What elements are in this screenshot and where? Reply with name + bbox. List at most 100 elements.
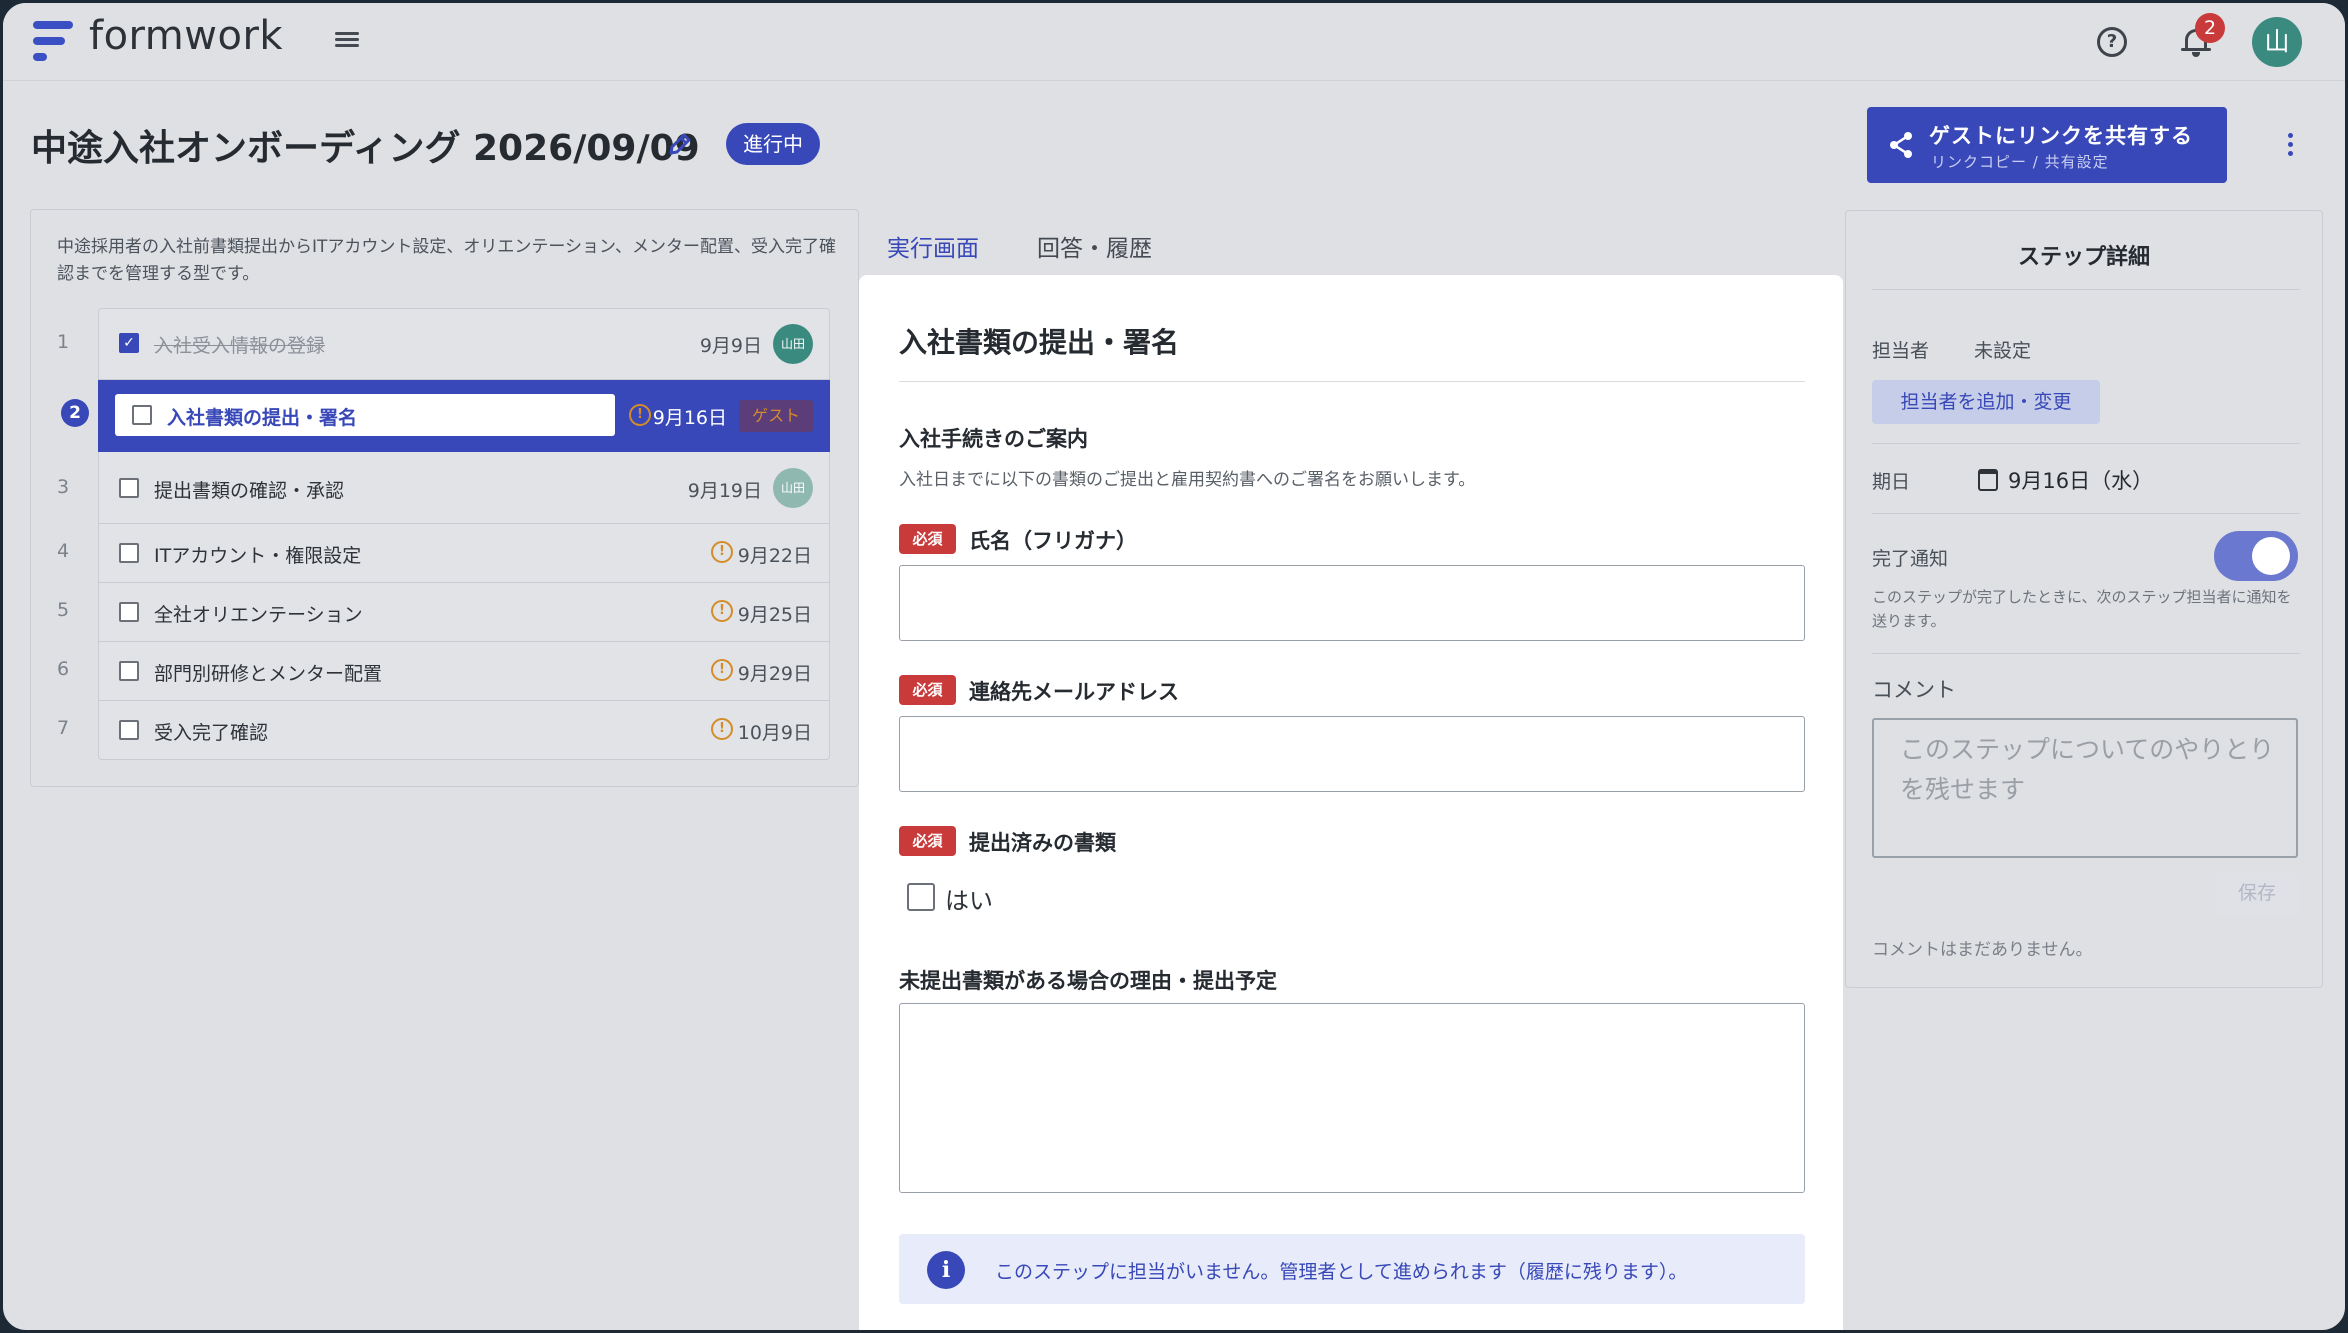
field-label-email: 連絡先メールアドレス	[969, 680, 1179, 704]
step-date: 10月9日	[737, 722, 812, 744]
step-item-6[interactable]: 6 部門別研修とメンター配置 ! 9月29日	[57, 642, 830, 701]
notification-badge[interactable]: 2	[2195, 13, 2225, 43]
step-number: 3	[56, 476, 70, 498]
name-furigana-input[interactable]	[899, 565, 1805, 641]
step-checkbox[interactable]	[119, 602, 139, 622]
required-badge: 必須	[899, 524, 956, 554]
status-badge: 進行中	[726, 123, 820, 165]
step-number: 6	[56, 658, 70, 680]
step-detail-panel: ステップ詳細 担当者 未設定 担当者を追加・変更 期日 9月16日（水） 完了通…	[1845, 210, 2323, 988]
step-item-7[interactable]: 7 受入完了確認 ! 10月9日	[57, 701, 830, 760]
step-checkbox[interactable]	[119, 720, 139, 740]
comment-placeholder: このステップについてのやりとりを残せます	[1900, 735, 2275, 804]
step-list-panel: 中途採用者の入社前書類提出からITアカウント設定、オリエンテーション、メンター配…	[30, 209, 859, 787]
checkbox-label[interactable]: はい	[945, 881, 993, 916]
warning-icon: !	[711, 659, 733, 681]
section-title: 入社手続きのご案内	[899, 427, 1088, 451]
edit-pencil-icon[interactable]	[665, 129, 695, 159]
step-label: 入社受入情報の登録	[154, 335, 326, 357]
submitted-docs-checkbox[interactable]	[907, 883, 935, 911]
assignee-label: 担当者	[1872, 340, 1930, 362]
notify-toggle[interactable]	[2214, 531, 2298, 581]
info-banner: i このステップに担当がいません。管理者として進められます（履歴に残ります）。	[899, 1234, 1805, 1304]
field-label-reason: 未提出書類がある場合の理由・提出予定	[899, 969, 1277, 993]
warning-icon: !	[711, 541, 733, 563]
step-item-3[interactable]: 3 提出書類の確認・承認 9月19日 山田	[57, 452, 830, 524]
step-number: 5	[56, 599, 70, 621]
notify-label: 完了通知	[1872, 548, 1949, 570]
top-bar: formwork ? 2 山	[3, 3, 2345, 81]
info-icon: i	[927, 1251, 965, 1289]
step-checkbox[interactable]	[119, 661, 139, 681]
divider	[1872, 513, 2300, 514]
warning-icon: !	[711, 600, 733, 622]
due-date-value[interactable]: 9月16日（水）	[2008, 465, 2153, 495]
hamburger-menu-icon[interactable]	[335, 29, 359, 51]
warning-icon: !	[711, 718, 733, 740]
step-number-active: 2	[61, 399, 89, 427]
step-label: 部門別研修とメンター配置	[154, 663, 383, 685]
detail-title: ステップ詳細	[2017, 245, 2150, 270]
calendar-icon[interactable]	[1978, 469, 1998, 491]
field-label-submitted-docs: 提出済みの書類	[969, 831, 1116, 855]
share-icon	[1890, 132, 1912, 158]
step-number: 1	[56, 331, 70, 353]
step-date: 9月25日	[737, 604, 812, 626]
page-title: 中途入社オンボーディング 2026/09/09	[31, 128, 700, 169]
step-date: 9月22日	[737, 545, 812, 567]
assignee-avatar: 山田	[773, 324, 813, 364]
step-item-2-active[interactable]: 2 入社書類の提出・署名 ! 9月16日 ゲスト	[61, 380, 830, 452]
tab-execution[interactable]: 実行画面	[887, 229, 979, 263]
tab-responses-history[interactable]: 回答・履歴	[1037, 229, 1152, 263]
step-number: 4	[56, 540, 70, 562]
warning-icon: !	[629, 404, 651, 426]
template-description: 中途採用者の入社前書類提出からITアカウント設定、オリエンテーション、メンター配…	[57, 237, 837, 284]
brand-name[interactable]: formwork	[89, 13, 283, 59]
step-date: 9月16日	[652, 407, 727, 429]
divider	[1872, 289, 2300, 290]
step-item-1[interactable]: 1 ✓ 入社受入情報の登録 9月9日 山田	[57, 308, 830, 380]
divider	[899, 381, 1805, 382]
step-checkbox[interactable]	[119, 543, 139, 563]
comment-label: コメント	[1872, 678, 1956, 702]
email-input[interactable]	[899, 716, 1805, 792]
section-description: 入社日までに以下の書類のご提出と雇用契約書へのご署名をお願いします。	[899, 470, 1476, 490]
step-date: 9月9日	[699, 335, 762, 357]
guest-assignee-badge: ゲスト	[739, 400, 813, 432]
share-link-button[interactable]: ゲストにリンクを共有する リンクコピー / 共有設定	[1867, 107, 2227, 183]
help-icon[interactable]: ?	[2097, 27, 2127, 57]
step-checkbox-checked[interactable]: ✓	[119, 333, 139, 353]
step-label: 全社オリエンテーション	[154, 604, 363, 626]
step-label: 提出書類の確認・承認	[154, 480, 345, 502]
toggle-knob	[2252, 537, 2290, 575]
assignee-avatar: 山田	[773, 468, 813, 508]
due-label: 期日	[1872, 471, 1911, 493]
app-window: formwork ? 2 山 中途入社オンボーディング 2026/09/09 進…	[0, 0, 2348, 1333]
share-button-subtitle: リンクコピー / 共有設定	[1931, 153, 2109, 171]
divider	[1872, 653, 2300, 654]
save-comment-button[interactable]: 保存	[2216, 871, 2298, 915]
step-checkbox[interactable]	[119, 478, 139, 498]
info-text: このステップに担当がいません。管理者として進められます（履歴に残ります）。	[995, 1261, 1688, 1283]
divider	[1872, 443, 2300, 444]
required-badge: 必須	[899, 675, 956, 705]
step-checkbox[interactable]	[132, 405, 152, 425]
step-date: 9月19日	[687, 480, 762, 502]
step-label: 受入完了確認	[154, 722, 269, 744]
notify-description: このステップが完了したときに、次のステップ担当者に通知を送ります。	[1872, 588, 2292, 630]
reason-textarea[interactable]	[899, 1003, 1805, 1193]
step-number: 7	[56, 717, 70, 739]
step-label: ITアカウント・権限設定	[154, 545, 362, 567]
user-avatar[interactable]: 山	[2252, 17, 2302, 67]
step-date: 9月29日	[737, 663, 812, 685]
comment-textarea[interactable]: このステップについてのやりとりを残せます	[1872, 718, 2298, 858]
field-label-name: 氏名（フリガナ）	[969, 529, 1137, 553]
more-options-icon[interactable]	[2288, 133, 2294, 157]
step-item-5[interactable]: 5 全社オリエンテーション ! 9月25日	[57, 583, 830, 642]
form-panel: 入社書類の提出・署名 入社手続きのご案内 入社日までに以下の書類のご提出と雇用契…	[859, 275, 1843, 1330]
step-item-4[interactable]: 4 ITアカウント・権限設定 ! 9月22日	[57, 524, 830, 583]
share-button-title: ゲストにリンクを共有する	[1929, 124, 2193, 148]
required-badge: 必須	[899, 826, 956, 856]
formwork-logo-icon[interactable]	[33, 19, 73, 63]
add-assignee-button[interactable]: 担当者を追加・変更	[1872, 380, 2100, 424]
